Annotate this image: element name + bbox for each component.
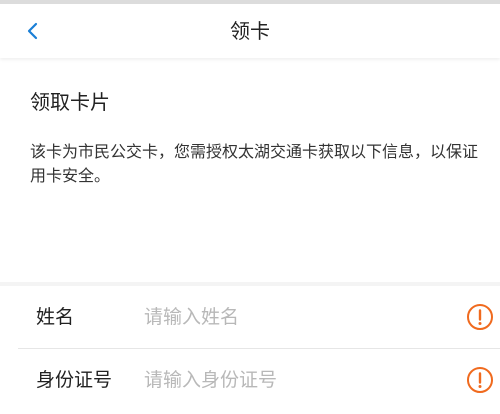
page-title: 领卡 bbox=[230, 19, 270, 43]
page: 领卡 领取卡片 该卡为市民公交卡，您需授权太湖交通卡获取以下信息，以保证用卡安全… bbox=[0, 0, 500, 414]
section-title: 领取卡片 bbox=[30, 90, 110, 114]
name-row: 姓名 bbox=[18, 286, 500, 348]
navigation-bar: 领卡 bbox=[0, 4, 500, 58]
warning-icon[interactable] bbox=[466, 303, 494, 331]
id-number-label: 身份证号 bbox=[36, 369, 113, 391]
authorization-description: 该卡为市民公交卡，您需授权太湖交通卡获取以下信息，以保证用卡安全。 bbox=[30, 142, 479, 185]
id-number-input[interactable] bbox=[144, 363, 444, 397]
warning-icon[interactable] bbox=[466, 366, 494, 394]
card-info-section: 领取卡片 该卡为市民公交卡，您需授权太湖交通卡获取以下信息，以保证用卡安全。 bbox=[0, 58, 500, 282]
id-number-row: 身份证号 bbox=[18, 348, 500, 411]
identity-form: 姓名 身份证号 bbox=[18, 286, 500, 411]
name-label: 姓名 bbox=[36, 306, 75, 328]
name-input[interactable] bbox=[144, 300, 444, 334]
